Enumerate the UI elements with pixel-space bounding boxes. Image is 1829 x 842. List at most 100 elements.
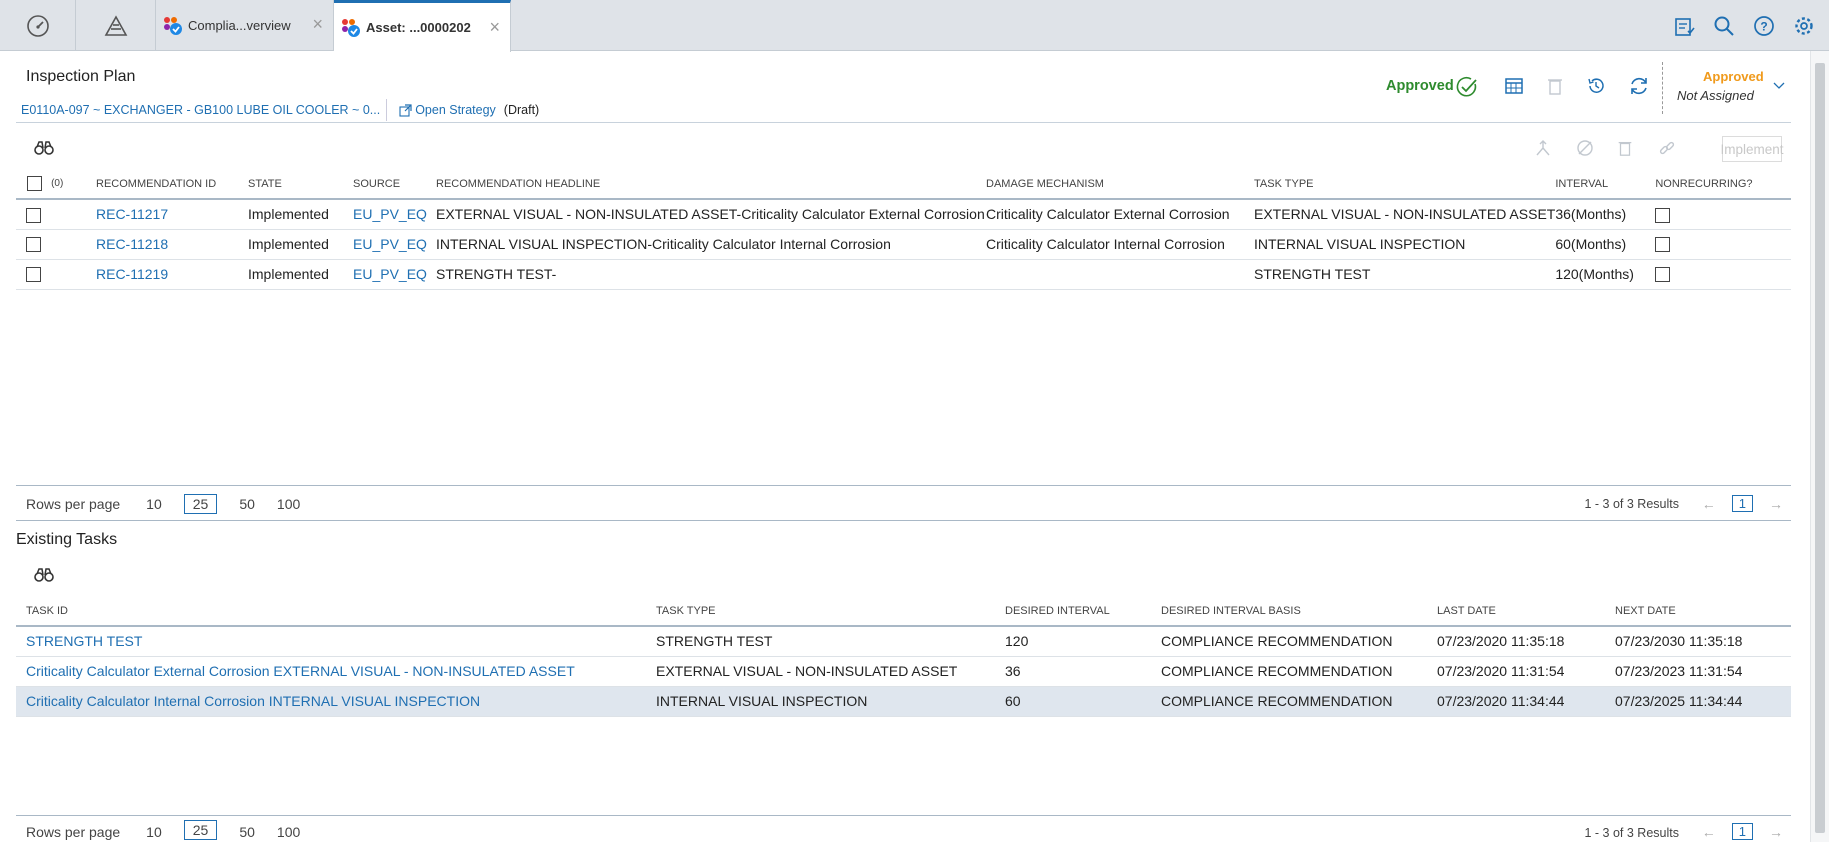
column-header[interactable]: DAMAGE MECHANISM: [986, 169, 1254, 200]
page-size-option[interactable]: 100: [277, 824, 300, 840]
recommendations-table: (0) RECOMMENDATION ID STATE SOURCE RECOM…: [16, 169, 1791, 290]
tasks-pager: Rows per page 10 25 50 100 1 - 3 of 3 Re…: [16, 815, 1791, 842]
page-size-option-selected[interactable]: 25: [183, 493, 218, 514]
split-icon[interactable]: [1534, 139, 1552, 157]
calendar-icon[interactable]: [1504, 76, 1524, 96]
current-page[interactable]: 1: [1731, 495, 1753, 512]
task-id-link[interactable]: Criticality Calculator External Corrosio…: [26, 663, 575, 679]
delete-icon[interactable]: [1616, 139, 1634, 157]
gear-icon[interactable]: [1793, 15, 1815, 37]
prev-page-arrow-icon[interactable]: ←: [1702, 824, 1716, 840]
task-id-link[interactable]: Criticality Calculator Internal Corrosio…: [26, 693, 480, 709]
column-header[interactable]: TASK TYPE: [1254, 169, 1556, 200]
help-icon[interactable]: ?: [1753, 15, 1775, 37]
implement-button[interactable]: Implement: [1720, 136, 1784, 162]
approved-check-icon: [1456, 76, 1477, 97]
column-header[interactable]: RECOMMENDATION ID: [96, 169, 248, 200]
headline-cell: EXTERNAL VISUAL - NON-INSULATED ASSET-Cr…: [436, 199, 986, 230]
next-page-arrow-icon[interactable]: →: [1769, 824, 1783, 840]
task-id-link[interactable]: STRENGTH TEST: [26, 633, 142, 649]
nonrecurring-checkbox[interactable]: [1655, 267, 1671, 283]
page-size-option-selected[interactable]: 25: [183, 820, 218, 840]
table-row[interactable]: REC-11218 Implemented EU_PV_EQ INTERNAL …: [16, 229, 1791, 260]
state-label: Approved: [1703, 69, 1764, 84]
column-header[interactable]: DESIRED INTERVAL BASIS: [1161, 596, 1437, 627]
nonrecurring-checkbox[interactable]: [1655, 237, 1671, 253]
column-header[interactable]: NEXT DATE: [1615, 596, 1791, 627]
recommendation-id-link[interactable]: REC-11219: [96, 266, 168, 282]
asset-link[interactable]: E0110A-097 ~ EXCHANGER - GB100 LUBE OIL …: [21, 103, 380, 117]
search-icon[interactable]: [1713, 15, 1735, 37]
delete-icon[interactable]: [1546, 76, 1564, 96]
interval-cell: 36(Months): [1555, 199, 1656, 230]
column-header[interactable]: INTERVAL: [1555, 169, 1656, 200]
tab-asset[interactable]: Asset: ...0000202 ×: [334, 0, 511, 52]
nonrecurring-checkbox[interactable]: [1655, 207, 1671, 223]
chevron-down-icon[interactable]: [1773, 82, 1785, 90]
dashboard-tab[interactable]: [0, 0, 76, 51]
column-header[interactable]: DESIRED INTERVAL: [1005, 596, 1161, 627]
next-page-arrow-icon[interactable]: →: [1769, 496, 1783, 512]
column-header[interactable]: SOURCE: [353, 169, 436, 200]
link-icon[interactable]: [1658, 139, 1676, 157]
column-header[interactable]: TASK TYPE: [656, 596, 1005, 627]
column-header[interactable]: LAST DATE: [1437, 596, 1615, 627]
select-all-checkbox[interactable]: [27, 176, 42, 191]
desired-interval-cell: 120: [1005, 626, 1161, 657]
select-all-header[interactable]: (0): [16, 169, 96, 200]
row-checkbox[interactable]: [26, 237, 41, 253]
task-type-cell: INTERNAL VISUAL INSPECTION: [656, 686, 1005, 717]
header-divider: [16, 122, 1791, 123]
scrollbar-thumb[interactable]: [1815, 63, 1825, 833]
asset-hierarchy-icon: [104, 14, 127, 36]
page-size-option[interactable]: 100: [277, 496, 300, 512]
history-icon[interactable]: [1586, 76, 1606, 96]
hierarchy-tab[interactable]: [76, 0, 156, 51]
interval-basis-cell: COMPLIANCE RECOMMENDATION: [1161, 626, 1437, 657]
open-strategy-link[interactable]: Open Strategy: [415, 103, 496, 117]
source-link[interactable]: EU_PV_EQ: [353, 206, 427, 222]
binoculars-icon[interactable]: [34, 567, 54, 583]
close-tab-icon[interactable]: ×: [312, 14, 323, 35]
page-size-option[interactable]: 10: [146, 824, 162, 840]
asset-app-icon: [342, 18, 360, 37]
tab-label: Complia...verview: [188, 18, 291, 33]
page-size-option[interactable]: 10: [146, 496, 162, 512]
tab-compliance-overview[interactable]: Complia...verview ×: [156, 0, 334, 51]
row-checkbox[interactable]: [26, 207, 41, 223]
state-assignment[interactable]: Approved Not Assigned: [1662, 62, 1822, 114]
page-size-option[interactable]: 50: [239, 496, 255, 512]
table-row[interactable]: REC-11217 Implemented EU_PV_EQ EXTERNAL …: [16, 199, 1791, 230]
existing-tasks-table: TASK ID TASK TYPE DESIRED INTERVAL DESIR…: [16, 596, 1791, 717]
interval-basis-cell: COMPLIANCE RECOMMENDATION: [1161, 686, 1437, 717]
cancel-icon[interactable]: [1576, 139, 1594, 157]
table-row[interactable]: Criticality Calculator External Corrosio…: [16, 656, 1791, 687]
refresh-icon[interactable]: [1628, 75, 1650, 97]
compliance-app-icon: [164, 16, 182, 35]
column-header[interactable]: STATE: [248, 169, 353, 200]
page-size-option[interactable]: 50: [239, 824, 255, 840]
recommendation-id-link[interactable]: REC-11218: [96, 236, 168, 252]
table-row-selected[interactable]: Criticality Calculator Internal Corrosio…: [16, 686, 1791, 717]
state-cell: Implemented: [248, 259, 353, 290]
table-row[interactable]: REC-11219 Implemented EU_PV_EQ STRENGTH …: [16, 259, 1791, 290]
column-header[interactable]: RECOMMENDATION HEADLINE: [436, 169, 986, 200]
approval-status: Approved: [1386, 78, 1454, 94]
vertical-scrollbar[interactable]: [1810, 51, 1829, 842]
table-row[interactable]: STRENGTH TEST STRENGTH TEST 120 COMPLIAN…: [16, 626, 1791, 657]
source-link[interactable]: EU_PV_EQ: [353, 266, 427, 282]
current-page[interactable]: 1: [1731, 823, 1753, 840]
column-header[interactable]: TASK ID: [16, 596, 656, 627]
binoculars-icon[interactable]: [34, 140, 54, 156]
headline-cell: INTERNAL VISUAL INSPECTION-Criticality C…: [436, 229, 986, 260]
column-header[interactable]: NONRECURRING?: [1655, 169, 1791, 200]
external-link-icon[interactable]: [399, 103, 412, 117]
dashboard-gauge-icon: [26, 14, 49, 37]
prev-page-arrow-icon[interactable]: ←: [1702, 496, 1716, 512]
close-tab-icon[interactable]: ×: [489, 17, 500, 38]
source-link[interactable]: EU_PV_EQ: [353, 236, 427, 252]
row-checkbox[interactable]: [26, 267, 41, 283]
queue-icon[interactable]: [1673, 15, 1695, 37]
interval-cell: 60(Months): [1555, 229, 1656, 260]
recommendation-id-link[interactable]: REC-11217: [96, 206, 168, 222]
